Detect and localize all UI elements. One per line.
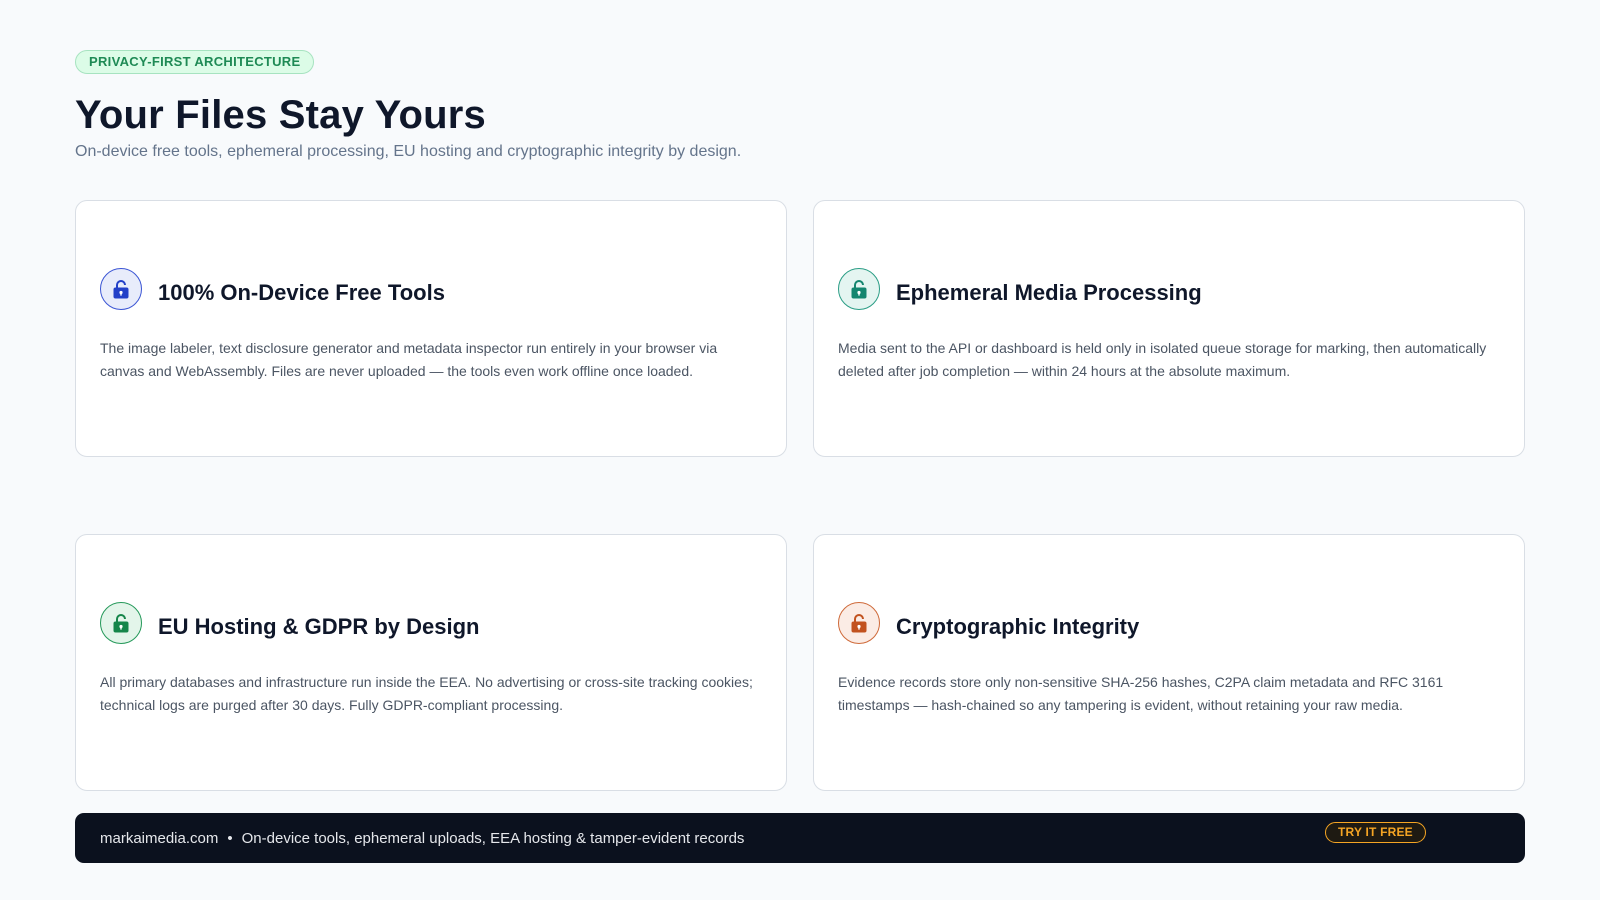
lock-icon xyxy=(100,268,142,310)
footer-domain: markaimedia.com xyxy=(100,829,219,847)
footer-tagline: On-device tools, ephemeral uploads, EEA … xyxy=(241,829,745,847)
footer-separator: • xyxy=(227,829,233,847)
card-description: All primary databases and infrastructure… xyxy=(100,674,753,713)
feature-card-ephemeral: Ephemeral Media Processing Media sent to… xyxy=(813,200,1525,457)
lock-icon xyxy=(838,602,880,644)
page-subtitle: On-device free tools, ephemeral processi… xyxy=(75,143,742,160)
card-header: Cryptographic Integrity xyxy=(838,602,1139,644)
hero-section: PRIVACY-FIRST ARCHITECTURE Your Files St… xyxy=(75,50,1525,162)
card-title: 100% On-Device Free Tools xyxy=(158,280,445,305)
card-title: EU Hosting & GDPR by Design xyxy=(158,614,480,639)
lock-icon xyxy=(838,268,880,310)
lock-icon xyxy=(100,602,142,644)
card-title: Cryptographic Integrity xyxy=(896,614,1140,639)
card-title: Ephemeral Media Processing xyxy=(896,280,1202,305)
card-description: Evidence records store only non-sensitiv… xyxy=(838,674,1444,713)
card-description: Media sent to the API or dashboard is he… xyxy=(838,340,1487,379)
card-header: Ephemeral Media Processing xyxy=(838,268,1202,310)
feature-card-cryptographic: Cryptographic Integrity Evidence records… xyxy=(813,534,1525,791)
card-header: 100% On-Device Free Tools xyxy=(100,268,445,310)
page-title: Your Files Stay Yours xyxy=(75,93,486,137)
footer-bar: markaimedia.com • On-device tools, ephem… xyxy=(75,813,1525,863)
feature-card-on-device: 100% On-Device Free Tools The image labe… xyxy=(75,200,787,457)
card-header: EU Hosting & GDPR by Design xyxy=(100,602,479,644)
section-badge: PRIVACY-FIRST ARCHITECTURE xyxy=(75,50,315,74)
card-description: The image labeler, text disclosure gener… xyxy=(100,340,718,379)
feature-card-eu-hosting: EU Hosting & GDPR by Design All primary … xyxy=(75,534,787,791)
try-it-free-button[interactable]: TRY IT FREE xyxy=(1325,822,1426,843)
